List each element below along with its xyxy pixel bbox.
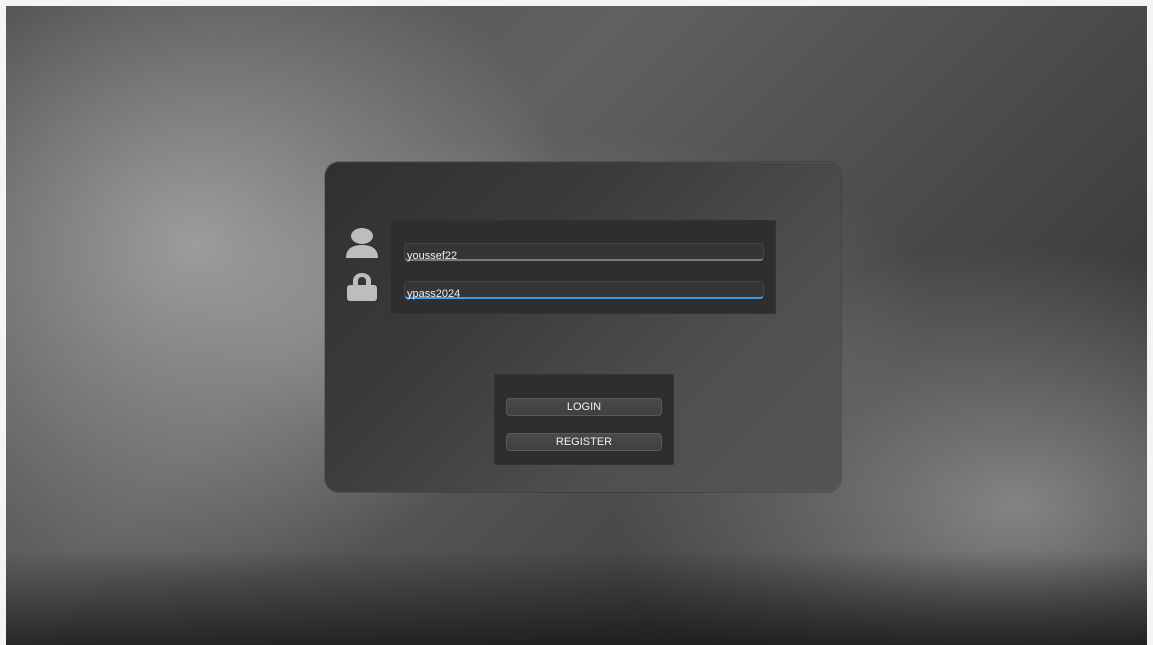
actions-panel bbox=[494, 374, 674, 465]
login-card: LOGIN REGISTER bbox=[325, 162, 841, 492]
login-button[interactable]: LOGIN bbox=[506, 398, 662, 416]
register-button[interactable]: REGISTER bbox=[506, 433, 662, 451]
app-window: LOGIN REGISTER bbox=[6, 6, 1147, 645]
password-input[interactable] bbox=[405, 286, 763, 302]
user-icon bbox=[346, 228, 378, 258]
password-field[interactable] bbox=[404, 281, 764, 302]
username-input[interactable] bbox=[405, 248, 763, 264]
lock-icon bbox=[347, 273, 377, 301]
username-field[interactable] bbox=[404, 243, 764, 264]
